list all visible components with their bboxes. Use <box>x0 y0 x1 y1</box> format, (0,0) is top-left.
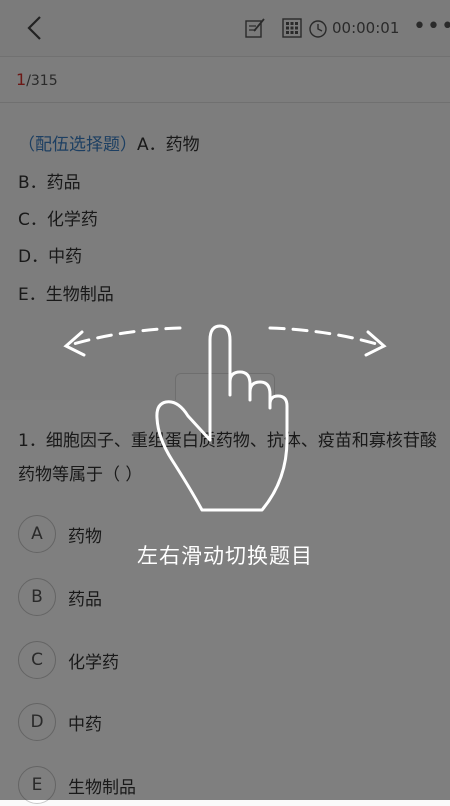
swipe-hand-icon <box>155 324 289 512</box>
swipe-gesture-graphic <box>63 324 387 512</box>
swipe-hint-text: 左右滑动切换题目 <box>137 544 313 568</box>
swipe-left-arrow-icon <box>63 326 182 357</box>
swipe-right-arrow-icon <box>268 326 387 357</box>
